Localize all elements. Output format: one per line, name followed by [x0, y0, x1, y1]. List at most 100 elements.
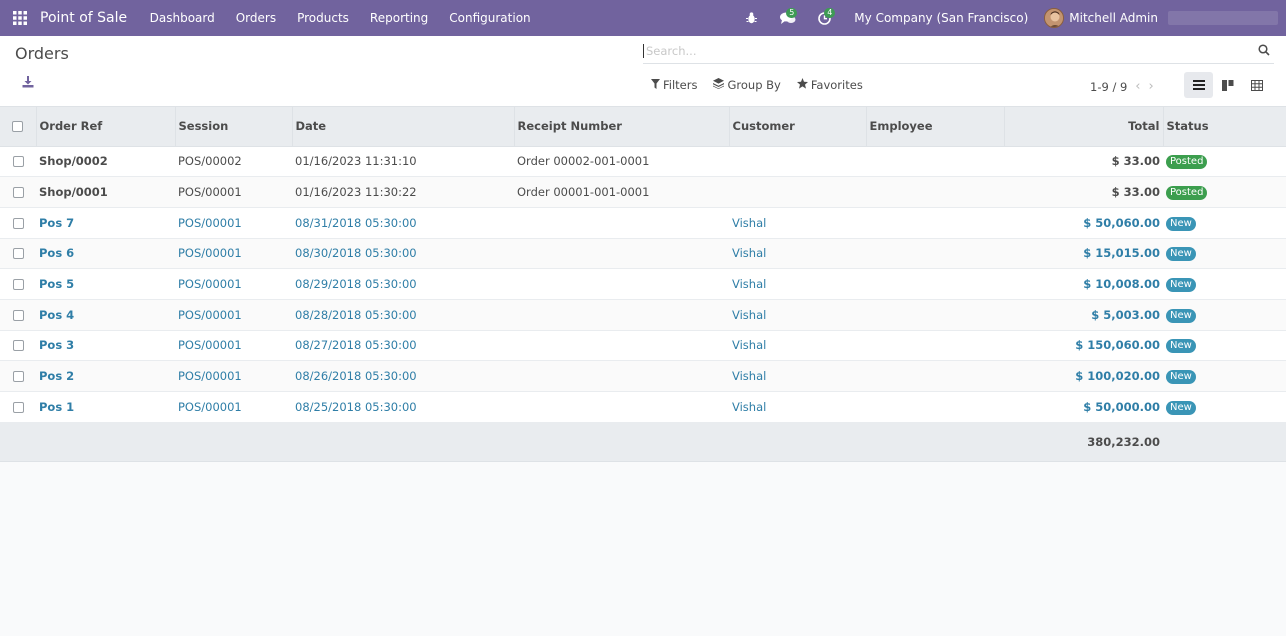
row-checkbox[interactable]: [0, 176, 36, 208]
search-input[interactable]: [643, 44, 1243, 58]
cell-status: New: [1163, 391, 1286, 423]
star-icon: [796, 78, 808, 92]
menu-configuration[interactable]: Configuration: [439, 0, 541, 36]
row-checkbox[interactable]: [0, 146, 36, 178]
cell-receipt-number: [514, 299, 729, 331]
app-title[interactable]: Point of Sale: [40, 10, 127, 26]
cell-receipt-number: [514, 238, 729, 270]
cell-session: POS/00001: [175, 207, 292, 239]
status-badge: New: [1166, 339, 1196, 354]
cell-total: $ 50,000.00: [1004, 391, 1163, 423]
checkbox[interactable]: [12, 279, 24, 291]
chevron-right-icon[interactable]: ›: [1149, 79, 1154, 94]
bug-icon[interactable]: [740, 0, 762, 36]
table-row[interactable]: Pos 3 POS/00001 08/27/2018 05:30:00 Vishal $…: [0, 330, 1286, 362]
cell-status: New: [1163, 207, 1286, 239]
cell-total: $ 33.00: [1004, 176, 1163, 208]
column-total[interactable]: Total: [1004, 107, 1164, 147]
cell-date: 08/27/2018 05:30:00: [292, 330, 514, 362]
filter-icon: [651, 78, 660, 92]
cell-date: 08/25/2018 05:30:00: [292, 391, 514, 423]
checkbox[interactable]: [12, 187, 24, 199]
list-icon[interactable]: [1184, 72, 1213, 98]
checkbox[interactable]: [12, 309, 24, 321]
table-row[interactable]: Shop/0002 POS/00002 01/16/2023 11:31:10 Ord…: [0, 146, 1286, 178]
table-row[interactable]: Pos 6 POS/00001 08/30/2018 05:30:00 Vishal $…: [0, 238, 1286, 270]
pager-value[interactable]: 1-9 / 9: [1090, 80, 1127, 94]
user-menu[interactable]: Mitchell Admin: [1069, 11, 1158, 25]
systray: 5 4 My Company (San Francisco) Mitchell …: [740, 0, 1286, 36]
cell-customer: Vishal: [729, 360, 866, 392]
column-employee[interactable]: Employee: [866, 107, 1005, 147]
top-navbar: Point of Sale Dashboard Orders Products …: [0, 0, 1286, 36]
cell-status: Posted: [1163, 146, 1286, 178]
checkbox[interactable]: [12, 340, 24, 352]
page-title: Orders: [15, 44, 69, 63]
filters-label: Filters: [663, 78, 698, 92]
row-checkbox[interactable]: [0, 268, 36, 300]
row-checkbox[interactable]: [0, 330, 36, 362]
main-menu: Dashboard Orders Products Reporting Conf…: [139, 0, 541, 36]
table-row[interactable]: Pos 2 POS/00001 08/26/2018 05:30:00 Vishal $…: [0, 360, 1286, 392]
cell-receipt-number: [514, 330, 729, 362]
row-checkbox[interactable]: [0, 391, 36, 423]
group-by-button[interactable]: Group By: [713, 78, 781, 92]
kanban-icon[interactable]: [1213, 72, 1242, 98]
menu-orders[interactable]: Orders: [225, 0, 286, 36]
cell-status: Posted: [1163, 176, 1286, 208]
table-icon[interactable]: [1242, 72, 1271, 98]
company-switcher[interactable]: My Company (San Francisco): [854, 11, 1028, 25]
chat-icon[interactable]: 5: [772, 0, 804, 36]
orders-list: Order Ref Session Date Receipt Number Cu…: [0, 107, 1286, 462]
cell-total: $ 5,003.00: [1004, 299, 1163, 331]
table-row[interactable]: Pos 1 POS/00001 08/25/2018 05:30:00 Vishal $…: [0, 391, 1286, 423]
select-all-checkbox[interactable]: [0, 107, 37, 147]
column-order-ref[interactable]: Order Ref: [36, 107, 176, 147]
row-checkbox[interactable]: [0, 207, 36, 239]
table-row[interactable]: Pos 4 POS/00001 08/28/2018 05:30:00 Vishal $…: [0, 299, 1286, 331]
column-status[interactable]: Status: [1163, 107, 1286, 147]
grid-icon[interactable]: [0, 0, 40, 36]
column-customer[interactable]: Customer: [729, 107, 867, 147]
status-badge: New: [1166, 278, 1196, 293]
cell-total: $ 10,008.00: [1004, 268, 1163, 300]
avatar[interactable]: [1044, 8, 1065, 28]
column-session[interactable]: Session: [175, 107, 293, 147]
cell-total: $ 33.00: [1004, 146, 1163, 178]
cell-employee: [866, 176, 1004, 208]
column-date[interactable]: Date: [292, 107, 515, 147]
checkbox[interactable]: [12, 401, 24, 413]
favorites-button[interactable]: Favorites: [796, 78, 863, 92]
clock-icon[interactable]: 4: [810, 0, 838, 36]
checkbox[interactable]: [12, 248, 24, 260]
menu-dashboard[interactable]: Dashboard: [139, 0, 225, 36]
row-checkbox[interactable]: [0, 360, 36, 392]
chevron-left-icon[interactable]: ‹: [1135, 79, 1140, 94]
cell-date: 08/26/2018 05:30:00: [292, 360, 514, 392]
cell-session: POS/00001: [175, 299, 292, 331]
filters-button[interactable]: Filters: [651, 78, 697, 92]
table-row[interactable]: Pos 5 POS/00001 08/29/2018 05:30:00 Vishal $…: [0, 268, 1286, 300]
cell-customer: [729, 146, 866, 178]
control-panel: Orders Filters Group By Favorites 1-9 / …: [0, 36, 1286, 107]
cell-session: POS/00001: [175, 330, 292, 362]
menu-reporting[interactable]: Reporting: [359, 0, 438, 36]
row-checkbox[interactable]: [0, 238, 36, 270]
row-checkbox[interactable]: [0, 299, 36, 331]
checkbox[interactable]: [12, 371, 24, 383]
search-bar: [643, 42, 1274, 64]
cell-order-ref: Pos 5: [36, 268, 175, 300]
cell-customer: Vishal: [729, 330, 866, 362]
checkbox[interactable]: [12, 156, 24, 168]
cell-status: New: [1163, 330, 1286, 362]
search-icon[interactable]: [1258, 44, 1270, 59]
cell-receipt-number: [514, 268, 729, 300]
cell-session: POS/00002: [175, 146, 292, 178]
checkbox[interactable]: [12, 217, 24, 229]
menu-products[interactable]: Products: [287, 0, 360, 36]
table-row[interactable]: Shop/0001 POS/00001 01/16/2023 11:30:22 Ord…: [0, 176, 1286, 208]
column-receipt-number[interactable]: Receipt Number: [514, 107, 730, 147]
cell-total: $ 100,020.00: [1004, 360, 1163, 392]
table-row[interactable]: Pos 7 POS/00001 08/31/2018 05:30:00 Vishal $…: [0, 207, 1286, 239]
download-icon[interactable]: [22, 76, 36, 90]
